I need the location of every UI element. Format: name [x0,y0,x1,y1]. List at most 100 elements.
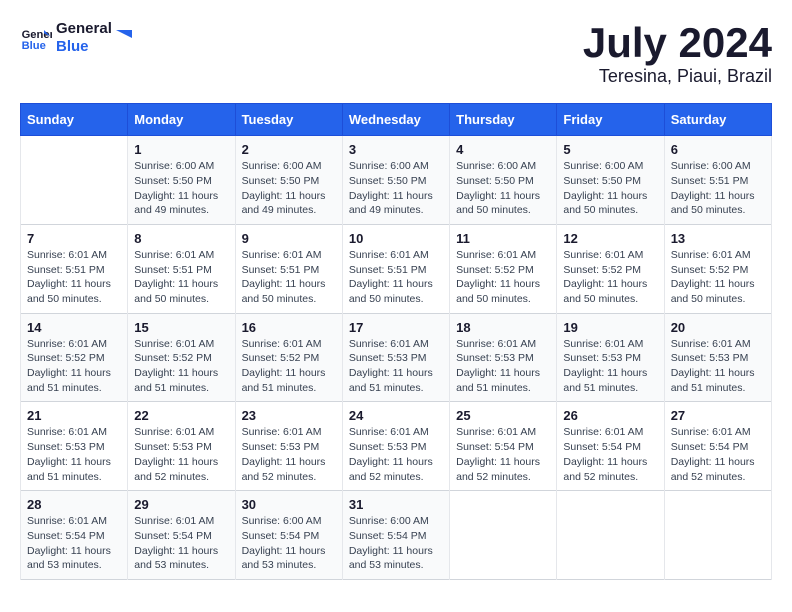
day-number: 26 [563,408,657,423]
header-sunday: Sunday [21,104,128,136]
day-number: 22 [134,408,228,423]
cell-week5-day1: 29 Sunrise: 6:01 AMSunset: 5:54 PMDaylig… [128,491,235,580]
logo-blue-text: Blue [56,38,112,56]
cell-week1-day3: 3 Sunrise: 6:00 AMSunset: 5:50 PMDayligh… [342,136,449,225]
logo: General Blue General Blue [20,20,136,56]
day-number: 28 [27,497,121,512]
cell-week2-day6: 13 Sunrise: 6:01 AMSunset: 5:52 PMDaylig… [664,224,771,313]
day-info: Sunrise: 6:01 AMSunset: 5:54 PMDaylight:… [563,425,657,484]
day-number: 17 [349,320,443,335]
day-number: 6 [671,142,765,157]
day-info: Sunrise: 6:00 AMSunset: 5:50 PMDaylight:… [134,159,228,218]
day-info: Sunrise: 6:00 AMSunset: 5:50 PMDaylight:… [349,159,443,218]
day-number: 7 [27,231,121,246]
day-number: 21 [27,408,121,423]
day-info: Sunrise: 6:01 AMSunset: 5:54 PMDaylight:… [27,514,121,573]
cell-week3-day0: 14 Sunrise: 6:01 AMSunset: 5:52 PMDaylig… [21,313,128,402]
cell-week1-day0 [21,136,128,225]
day-number: 14 [27,320,121,335]
header-friday: Friday [557,104,664,136]
day-info: Sunrise: 6:01 AMSunset: 5:53 PMDaylight:… [134,425,228,484]
day-info: Sunrise: 6:01 AMSunset: 5:52 PMDaylight:… [242,337,336,396]
day-info: Sunrise: 6:00 AMSunset: 5:50 PMDaylight:… [563,159,657,218]
day-info: Sunrise: 6:01 AMSunset: 5:53 PMDaylight:… [349,425,443,484]
day-number: 4 [456,142,550,157]
day-info: Sunrise: 6:00 AMSunset: 5:50 PMDaylight:… [456,159,550,218]
cell-week5-day5 [557,491,664,580]
day-info: Sunrise: 6:01 AMSunset: 5:51 PMDaylight:… [349,248,443,307]
day-number: 2 [242,142,336,157]
day-number: 8 [134,231,228,246]
svg-text:Blue: Blue [22,40,46,52]
cell-week1-day4: 4 Sunrise: 6:00 AMSunset: 5:50 PMDayligh… [450,136,557,225]
day-info: Sunrise: 6:01 AMSunset: 5:51 PMDaylight:… [134,248,228,307]
logo-icon: General Blue [20,22,52,54]
week-row-3: 14 Sunrise: 6:01 AMSunset: 5:52 PMDaylig… [21,313,772,402]
cell-week5-day6 [664,491,771,580]
day-number: 9 [242,231,336,246]
day-info: Sunrise: 6:01 AMSunset: 5:53 PMDaylight:… [242,425,336,484]
week-row-4: 21 Sunrise: 6:01 AMSunset: 5:53 PMDaylig… [21,402,772,491]
cell-week1-day1: 1 Sunrise: 6:00 AMSunset: 5:50 PMDayligh… [128,136,235,225]
day-number: 27 [671,408,765,423]
day-number: 29 [134,497,228,512]
day-info: Sunrise: 6:00 AMSunset: 5:54 PMDaylight:… [242,514,336,573]
day-info: Sunrise: 6:01 AMSunset: 5:52 PMDaylight:… [134,337,228,396]
day-number: 24 [349,408,443,423]
cell-week1-day5: 5 Sunrise: 6:00 AMSunset: 5:50 PMDayligh… [557,136,664,225]
day-number: 25 [456,408,550,423]
header-wednesday: Wednesday [342,104,449,136]
cell-week2-day3: 10 Sunrise: 6:01 AMSunset: 5:51 PMDaylig… [342,224,449,313]
day-info: Sunrise: 6:00 AMSunset: 5:51 PMDaylight:… [671,159,765,218]
header-thursday: Thursday [450,104,557,136]
cell-week4-day1: 22 Sunrise: 6:01 AMSunset: 5:53 PMDaylig… [128,402,235,491]
cell-week4-day6: 27 Sunrise: 6:01 AMSunset: 5:54 PMDaylig… [664,402,771,491]
day-info: Sunrise: 6:01 AMSunset: 5:53 PMDaylight:… [563,337,657,396]
cell-week4-day5: 26 Sunrise: 6:01 AMSunset: 5:54 PMDaylig… [557,402,664,491]
subtitle: Teresina, Piaui, Brazil [583,66,772,87]
day-number: 16 [242,320,336,335]
day-info: Sunrise: 6:01 AMSunset: 5:52 PMDaylight:… [671,248,765,307]
svg-text:General: General [22,29,52,41]
cell-week3-day6: 20 Sunrise: 6:01 AMSunset: 5:53 PMDaylig… [664,313,771,402]
cell-week5-day2: 30 Sunrise: 6:00 AMSunset: 5:54 PMDaylig… [235,491,342,580]
day-number: 10 [349,231,443,246]
cell-week1-day2: 2 Sunrise: 6:00 AMSunset: 5:50 PMDayligh… [235,136,342,225]
cell-week4-day3: 24 Sunrise: 6:01 AMSunset: 5:53 PMDaylig… [342,402,449,491]
cell-week4-day4: 25 Sunrise: 6:01 AMSunset: 5:54 PMDaylig… [450,402,557,491]
day-number: 31 [349,497,443,512]
day-number: 11 [456,231,550,246]
week-row-5: 28 Sunrise: 6:01 AMSunset: 5:54 PMDaylig… [21,491,772,580]
day-info: Sunrise: 6:01 AMSunset: 5:51 PMDaylight:… [242,248,336,307]
day-number: 3 [349,142,443,157]
week-row-2: 7 Sunrise: 6:01 AMSunset: 5:51 PMDayligh… [21,224,772,313]
logo-general-text: General [56,20,112,38]
week-row-1: 1 Sunrise: 6:00 AMSunset: 5:50 PMDayligh… [21,136,772,225]
day-number: 30 [242,497,336,512]
cell-week4-day2: 23 Sunrise: 6:01 AMSunset: 5:53 PMDaylig… [235,402,342,491]
day-info: Sunrise: 6:01 AMSunset: 5:53 PMDaylight:… [349,337,443,396]
cell-week3-day4: 18 Sunrise: 6:01 AMSunset: 5:53 PMDaylig… [450,313,557,402]
cell-week2-day0: 7 Sunrise: 6:01 AMSunset: 5:51 PMDayligh… [21,224,128,313]
day-info: Sunrise: 6:00 AMSunset: 5:50 PMDaylight:… [242,159,336,218]
day-info: Sunrise: 6:01 AMSunset: 5:53 PMDaylight:… [27,425,121,484]
header: General Blue General Blue July 2024 Tere… [20,20,772,87]
day-info: Sunrise: 6:00 AMSunset: 5:54 PMDaylight:… [349,514,443,573]
cell-week2-day5: 12 Sunrise: 6:01 AMSunset: 5:52 PMDaylig… [557,224,664,313]
header-tuesday: Tuesday [235,104,342,136]
cell-week2-day2: 9 Sunrise: 6:01 AMSunset: 5:51 PMDayligh… [235,224,342,313]
title-area: July 2024 Teresina, Piaui, Brazil [583,20,772,87]
cell-week1-day6: 6 Sunrise: 6:00 AMSunset: 5:51 PMDayligh… [664,136,771,225]
cell-week3-day5: 19 Sunrise: 6:01 AMSunset: 5:53 PMDaylig… [557,313,664,402]
cell-week3-day2: 16 Sunrise: 6:01 AMSunset: 5:52 PMDaylig… [235,313,342,402]
day-number: 18 [456,320,550,335]
day-info: Sunrise: 6:01 AMSunset: 5:52 PMDaylight:… [456,248,550,307]
logo-arrow-icon [112,22,136,46]
day-number: 5 [563,142,657,157]
calendar-table: Sunday Monday Tuesday Wednesday Thursday… [20,103,772,580]
cell-week3-day3: 17 Sunrise: 6:01 AMSunset: 5:53 PMDaylig… [342,313,449,402]
cell-week2-day1: 8 Sunrise: 6:01 AMSunset: 5:51 PMDayligh… [128,224,235,313]
day-number: 15 [134,320,228,335]
day-info: Sunrise: 6:01 AMSunset: 5:54 PMDaylight:… [456,425,550,484]
main-title: July 2024 [583,20,772,66]
